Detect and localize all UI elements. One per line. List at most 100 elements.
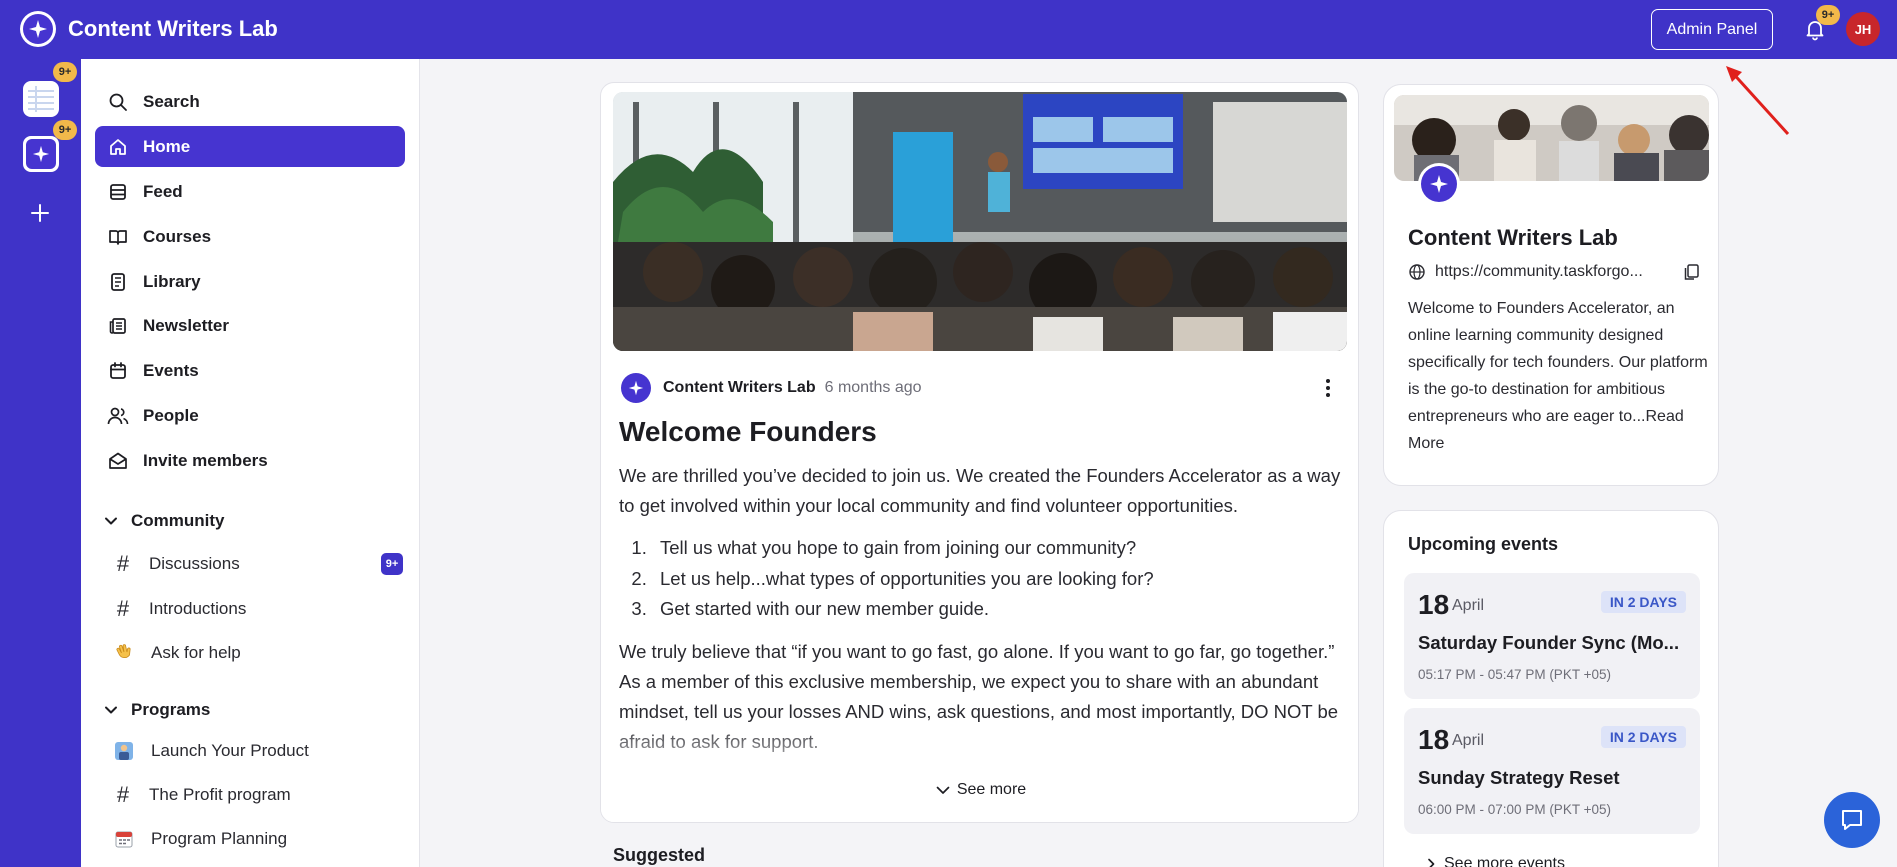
program-the-profit-program[interactable]: # The Profit program: [113, 777, 403, 813]
program-program-planning[interactable]: Program Planning: [113, 821, 403, 857]
event-countdown-badge: IN 2 DAYS: [1600, 726, 1686, 748]
see-more-button[interactable]: See more: [601, 781, 1358, 799]
home-icon: [110, 138, 126, 155]
event-countdown-badge: IN 2 DAYS: [1600, 591, 1686, 613]
sidebar-item-home[interactable]: Home: [95, 126, 405, 167]
hashtag-icon: #: [116, 782, 130, 807]
community-rail: [0, 59, 81, 867]
post-title: Welcome Founders: [619, 416, 877, 447]
upcoming-events-card: Upcoming events 18 April IN 2 DAYS Satur…: [1383, 510, 1719, 867]
list-item: Get started with our new member guide.: [652, 594, 1344, 625]
sidebar-item-invite-members[interactable]: Invite members: [95, 440, 405, 481]
plus-icon[interactable]: [28, 201, 52, 225]
sidebar-item-feed[interactable]: Feed: [95, 171, 405, 212]
event-name: Sunday Strategy Reset: [1418, 767, 1620, 788]
program-label: Launch Your Product: [151, 741, 309, 760]
brand-logo[interactable]: [20, 11, 56, 47]
post-meta: Content Writers Lab 6 months ago: [621, 373, 922, 403]
chat-support-button[interactable]: [1824, 792, 1880, 848]
rail-badge-2: 9+: [53, 120, 77, 140]
person-emoji-icon: [115, 742, 133, 760]
list-item: Tell us what you hope to gain from joini…: [652, 533, 1344, 564]
see-more-events-label: See more events: [1444, 855, 1565, 867]
chat-bubble-icon: [1842, 810, 1862, 830]
sidebar-item-label: Invite members: [143, 450, 268, 470]
sparkle-icon: [29, 20, 47, 38]
notification-badge: 9+: [1816, 5, 1840, 25]
chevron-down-icon: [105, 706, 117, 714]
admin-panel-button[interactable]: Admin Panel: [1651, 9, 1773, 50]
community-switch-1[interactable]: [23, 81, 59, 117]
section-title: Programs: [131, 700, 211, 719]
author-avatar[interactable]: [621, 373, 651, 403]
community-section-toggle[interactable]: Community: [103, 511, 225, 531]
sparkle-icon: [628, 380, 644, 396]
event-time: 05:17 PM - 05:47 PM (PKT +05): [1418, 667, 1611, 682]
sidebar-item-newsletter[interactable]: Newsletter: [95, 305, 405, 346]
event-time: 06:00 PM - 07:00 PM (PKT +05): [1418, 802, 1611, 817]
sidebar-item-label: Feed: [143, 181, 183, 201]
book-icon: [109, 229, 127, 245]
content-fade: [601, 723, 1358, 822]
sidebar-item-events[interactable]: Events: [95, 350, 405, 391]
sidebar-item-label: Home: [143, 136, 191, 156]
sidebar: Search Home Feed Courses Library Newslet…: [81, 59, 420, 867]
event-month: April: [1452, 732, 1485, 749]
program-label: Program Planning: [151, 829, 288, 848]
community-description: Welcome to Founders Accelerator, an onli…: [1408, 295, 1708, 457]
library-icon: [111, 272, 125, 291]
community-url-row: https://community.taskforgo...: [1408, 263, 1703, 281]
event-day: 18: [1418, 724, 1450, 755]
suggested-heading: Suggested: [613, 845, 706, 865]
community-url[interactable]: https://community.taskforgo...: [1435, 263, 1643, 281]
more-options-icon[interactable]: [1318, 376, 1338, 400]
program-launch-your-product[interactable]: Launch Your Product: [113, 733, 403, 769]
hashtag-icon: #: [116, 596, 130, 621]
post-cover-image: [613, 92, 1347, 351]
sidebar-item-label: Newsletter: [143, 315, 229, 335]
chevron-right-icon: [1428, 858, 1435, 867]
post-card: Content Writers Lab 6 months ago Welcome…: [600, 82, 1359, 823]
spreadsheet-icon: [26, 84, 56, 114]
channel-introductions[interactable]: # Introductions: [113, 591, 403, 627]
channel-ask-for-help[interactable]: Ask for help: [113, 635, 403, 671]
program-label: The Profit program: [149, 785, 291, 804]
list-item: Let us help...what types of opportunitie…: [652, 564, 1344, 595]
sidebar-item-library[interactable]: Library: [95, 261, 405, 302]
community-about-card: Content Writers Lab https://community.ta…: [1383, 84, 1719, 486]
section-title: Community: [131, 511, 225, 530]
event-name: Saturday Founder Sync (Mo...: [1418, 632, 1680, 653]
post-author[interactable]: Content Writers Lab: [663, 379, 816, 397]
annotation-arrow: [1726, 66, 1790, 136]
top-bar: Content Writers Lab Admin Panel 9+ JH: [0, 0, 1897, 59]
community-switch-2[interactable]: [23, 136, 59, 172]
see-more-label: See more: [956, 781, 1027, 798]
channel-label: Ask for help: [151, 643, 241, 662]
sparkle-icon: [32, 145, 50, 163]
sidebar-item-people[interactable]: People: [95, 395, 405, 436]
post-body: We are thrilled you’ve decided to join u…: [619, 461, 1344, 757]
programs-section-toggle[interactable]: Programs: [103, 700, 210, 720]
see-more-events-link[interactable]: See more events: [1424, 855, 1565, 867]
feed-icon: [110, 183, 126, 200]
events-title: Upcoming events: [1408, 534, 1559, 554]
copy-icon[interactable]: [1682, 263, 1700, 281]
community-name[interactable]: Content Writers Lab: [68, 16, 278, 42]
unread-badge: 9+: [381, 553, 403, 575]
user-avatar[interactable]: JH: [1846, 12, 1880, 46]
rail-badge-1: 9+: [53, 62, 77, 82]
channel-label: Introductions: [149, 599, 247, 618]
event-card[interactable]: 18 April IN 2 DAYS Saturday Founder Sync…: [1404, 573, 1700, 699]
sidebar-item-courses[interactable]: Courses: [95, 216, 405, 257]
post-timestamp: 6 months ago: [824, 379, 922, 396]
event-month: April: [1452, 597, 1485, 614]
sparkle-icon: [1430, 175, 1448, 193]
sidebar-item-label: People: [143, 405, 199, 425]
sidebar-item-label: Events: [143, 360, 199, 380]
sidebar-item-search[interactable]: Search: [95, 81, 405, 122]
hashtag-icon: #: [116, 551, 130, 576]
channel-discussions[interactable]: # Discussions 9+: [113, 546, 403, 582]
event-card[interactable]: 18 April IN 2 DAYS Sunday Strategy Reset…: [1404, 708, 1700, 834]
search-icon: [109, 93, 127, 111]
community-title: Content Writers Lab: [1408, 225, 1618, 250]
